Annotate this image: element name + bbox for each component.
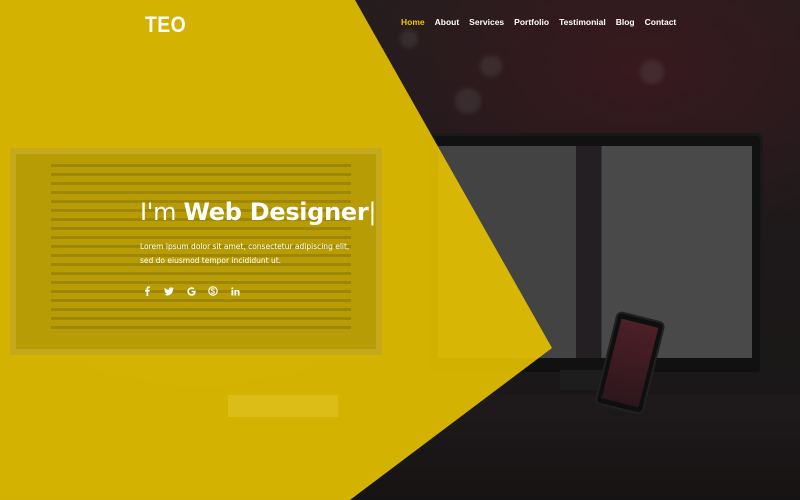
hero-title-prefix: I'm — [140, 198, 184, 226]
nav-item-portfolio[interactable]: Portfolio — [514, 17, 549, 27]
hero-title-role: Web Designer — [183, 198, 369, 226]
skype-icon[interactable] — [206, 284, 220, 298]
nav-item-home[interactable]: Home — [401, 17, 425, 27]
hero-description: Lorem ipsum dolor sit amet, consectetur … — [140, 242, 350, 265]
linkedin-icon[interactable] — [228, 284, 242, 298]
social-links — [140, 284, 250, 298]
overlay-keyboard-silhouette — [228, 395, 338, 417]
nav-item-services[interactable]: Services — [469, 17, 504, 27]
main-nav: Home About Services Portfolio Testimonia… — [401, 17, 686, 27]
facebook-icon[interactable] — [140, 284, 154, 298]
nav-item-blog[interactable]: Blog — [616, 17, 635, 27]
google-icon[interactable] — [184, 284, 198, 298]
nav-item-contact[interactable]: Contact — [645, 17, 677, 27]
hero-section: I'm Web Designer| Lorem ipsum dolor sit … — [140, 198, 376, 267]
nav-item-about[interactable]: About — [435, 17, 460, 27]
nav-item-testimonial[interactable]: Testimonial — [559, 17, 606, 27]
hero-title: I'm Web Designer| — [140, 198, 376, 226]
site-logo[interactable]: TEO — [145, 12, 186, 38]
typing-cursor: | — [368, 198, 377, 226]
twitter-icon[interactable] — [162, 284, 176, 298]
